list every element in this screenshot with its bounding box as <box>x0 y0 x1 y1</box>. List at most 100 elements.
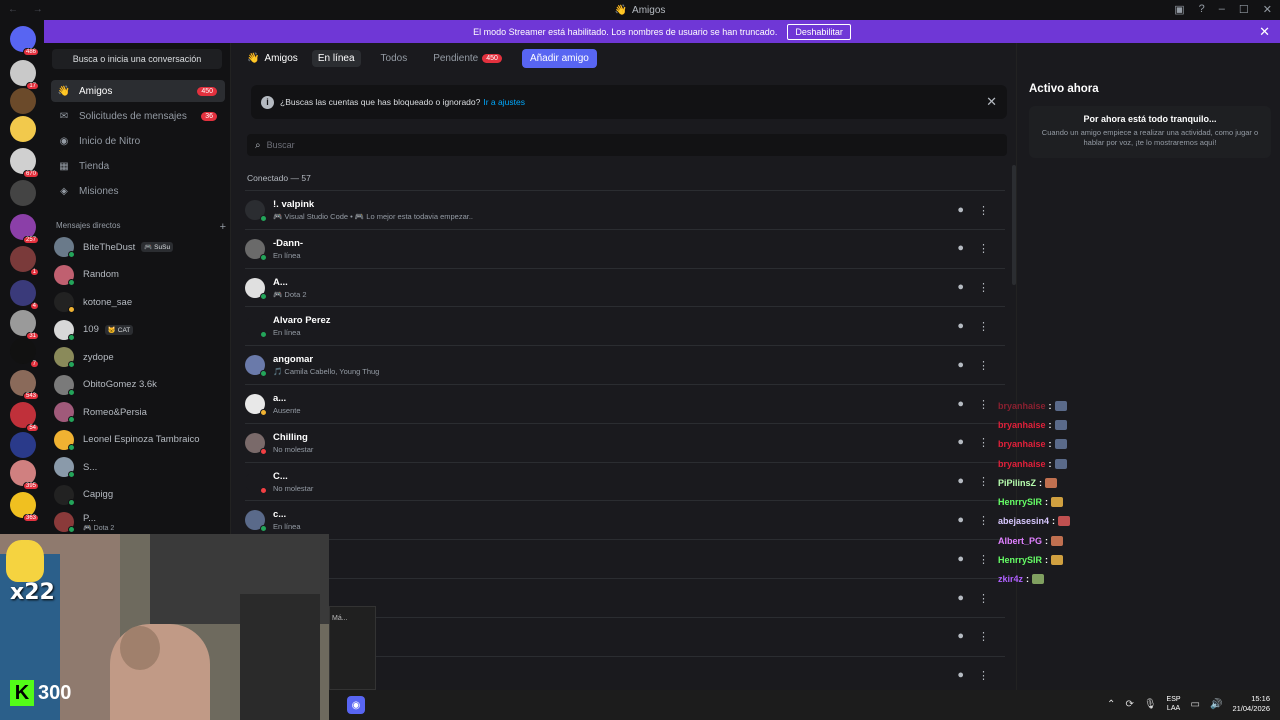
message-icon[interactable]: ● <box>957 398 964 411</box>
active-now-panel: Activo ahora Por ahora está todo tranqui… <box>1016 43 1280 720</box>
dm-item[interactable]: S... <box>54 456 97 478</box>
tray-app-icon[interactable]: ⟳ <box>1125 699 1133 710</box>
server-icon[interactable]: 395 <box>10 460 39 490</box>
server-icon[interactable]: 31 <box>10 310 39 340</box>
settings-link[interactable]: Ir a ajustes <box>483 97 525 107</box>
more-icon[interactable]: ⋮ <box>978 553 989 566</box>
message-icon[interactable]: ● <box>957 320 964 333</box>
nav-arrows[interactable]: ← → <box>8 4 49 15</box>
server-icon[interactable]: 543 <box>10 370 39 400</box>
close-icon[interactable]: ✕ <box>1259 24 1270 40</box>
help-icon[interactable]: ? <box>1199 3 1205 16</box>
close-icon[interactable]: ✕ <box>986 94 997 110</box>
dm-item[interactable]: 109 🐱 CAT <box>54 319 134 341</box>
server-icon[interactable] <box>10 180 36 206</box>
server-icon[interactable]: 486 <box>10 26 39 56</box>
server-icon[interactable] <box>10 432 36 458</box>
conversation-search-button[interactable]: Busca o inicia una conversación <box>52 49 222 69</box>
message-icon[interactable]: ● <box>957 281 964 294</box>
minimize-icon[interactable]: – <box>1219 3 1225 16</box>
friend-row[interactable]: angomar 🎵 Camila Cabello, Young Thug ● ⋮ <box>245 345 1005 384</box>
friend-row[interactable]: Alvaro Perez En línea ● ⋮ <box>245 306 1005 345</box>
maximize-icon[interactable]: ☐ <box>1239 3 1249 16</box>
more-icon[interactable]: ⋮ <box>978 436 989 449</box>
message-icon[interactable]: ● <box>957 475 964 488</box>
close-window-icon[interactable]: ✕ <box>1263 3 1272 16</box>
more-icon[interactable]: ⋮ <box>978 592 989 605</box>
sidebar-item-nitro[interactable]: ◉ Inicio de Nitro <box>51 130 225 152</box>
server-icon[interactable]: 17 <box>10 60 39 90</box>
server-icon[interactable] <box>10 116 36 142</box>
more-icon[interactable]: ⋮ <box>978 398 989 411</box>
more-icon[interactable]: ⋮ <box>978 242 989 255</box>
more-icon[interactable]: ⋮ <box>978 669 989 682</box>
dm-item[interactable]: P... 🎮 Dota 2 <box>54 511 114 533</box>
dm-name-group: kotone_sae <box>83 297 132 308</box>
volume-icon[interactable]: 🔊 <box>1210 699 1222 710</box>
tab-all[interactable]: Todos <box>375 50 414 67</box>
more-icon[interactable]: ⋮ <box>978 281 989 294</box>
language-indicator[interactable]: ESP LAA <box>1167 695 1181 713</box>
server-icon[interactable]: 4 <box>10 280 39 310</box>
server-icon[interactable]: 7 <box>10 338 39 368</box>
more-icon[interactable]: ⋮ <box>978 514 989 527</box>
dm-item[interactable]: zydope <box>54 346 114 368</box>
friend-search[interactable]: ⌕ Buscar <box>247 134 1007 156</box>
dm-item[interactable]: Capigg <box>54 484 113 506</box>
dm-item[interactable]: Romeo&Persia <box>54 401 147 423</box>
inbox-icon[interactable]: ▣ <box>1174 3 1184 16</box>
chat-message: zkir4z: <box>998 570 1118 589</box>
friend-row[interactable]: !. valpink 🎮 Visual Studio Code • 🎮 Lo me… <box>245 190 1005 229</box>
more-icon[interactable]: ⋮ <box>978 630 989 643</box>
friend-row[interactable]: A... 🎮 Dota 2 ● ⋮ <box>245 267 1005 307</box>
friend-row[interactable]: a... Ausente ● ⋮ <box>245 384 1005 423</box>
chat-separator: : <box>1045 535 1049 546</box>
sidebar-item-envelope[interactable]: ✉ Solicitudes de mensajes 36 <box>51 105 225 127</box>
server-icon[interactable]: 363 <box>10 492 39 522</box>
message-icon[interactable]: ● <box>957 592 964 605</box>
more-icon[interactable]: ⋮ <box>978 320 989 333</box>
discord-taskbar-icon[interactable]: ◉ <box>347 696 365 714</box>
server-icon[interactable]: 1 <box>10 246 39 276</box>
disable-streamer-button[interactable]: Deshabilitar <box>787 23 851 40</box>
message-icon[interactable]: ● <box>957 359 964 372</box>
server-icon[interactable] <box>10 88 36 114</box>
tab-pending[interactable]: Pendiente 450 <box>427 50 508 67</box>
taskbar-preview-popup[interactable]: Má... <box>329 606 376 690</box>
friend-row[interactable]: -Dann- En línea ● ⋮ <box>245 228 1005 268</box>
server-icon[interactable]: 670 <box>10 148 39 178</box>
friend-row[interactable]: Dota2●⋮ <box>245 539 1005 578</box>
dm-item[interactable]: BiteTheDust 🎮 SuSu <box>54 236 174 258</box>
network-icon[interactable]: ▭ <box>1191 699 1200 710</box>
more-icon[interactable]: ⋮ <box>978 204 989 217</box>
message-icon[interactable]: ● <box>957 204 964 217</box>
friend-row[interactable]: c... En línea ● ⋮ <box>245 500 1005 539</box>
more-icon[interactable]: ⋮ <box>978 359 989 372</box>
mic-icon[interactable]: 🎙 <box>1144 699 1157 710</box>
message-icon[interactable]: ● <box>957 242 964 255</box>
message-icon[interactable]: ● <box>957 630 964 643</box>
message-icon[interactable]: ● <box>957 553 964 566</box>
dm-item[interactable]: kotone_sae <box>54 291 132 313</box>
dm-item[interactable]: Leonel Espinoza Tambraico <box>54 429 200 451</box>
friend-row[interactable]: C... No molestar ● ⋮ <box>245 461 1005 501</box>
search-input[interactable]: Buscar <box>267 140 295 150</box>
server-icon[interactable]: 257 <box>10 214 39 244</box>
dm-item[interactable]: Random <box>54 264 119 286</box>
dm-tag: 🐱 CAT <box>104 324 134 335</box>
sidebar-item-quests[interactable]: ◈ Misiones <box>51 180 225 202</box>
message-icon[interactable]: ● <box>957 436 964 449</box>
dm-item[interactable]: ObitoGomez 3.6k <box>54 374 157 396</box>
sidebar-item-shop[interactable]: ▦ Tienda <box>51 155 225 177</box>
message-icon[interactable]: ● <box>957 514 964 527</box>
chevron-up-icon[interactable]: ⌃ <box>1107 699 1115 710</box>
message-icon[interactable]: ● <box>957 669 964 682</box>
server-icon[interactable]: 54 <box>10 402 39 432</box>
clock[interactable]: 15:16 21/04/2026 <box>1232 694 1270 714</box>
more-icon[interactable]: ⋮ <box>978 475 989 488</box>
sidebar-item-friends[interactable]: 👋 Amigos 450 <box>51 80 225 102</box>
add-friend-button[interactable]: Añadir amigo <box>521 48 597 68</box>
add-dm-icon[interactable]: + <box>220 221 226 233</box>
tab-online[interactable]: En línea <box>311 49 361 67</box>
friend-row[interactable]: Chilling No molestar ● ⋮ <box>245 422 1005 462</box>
